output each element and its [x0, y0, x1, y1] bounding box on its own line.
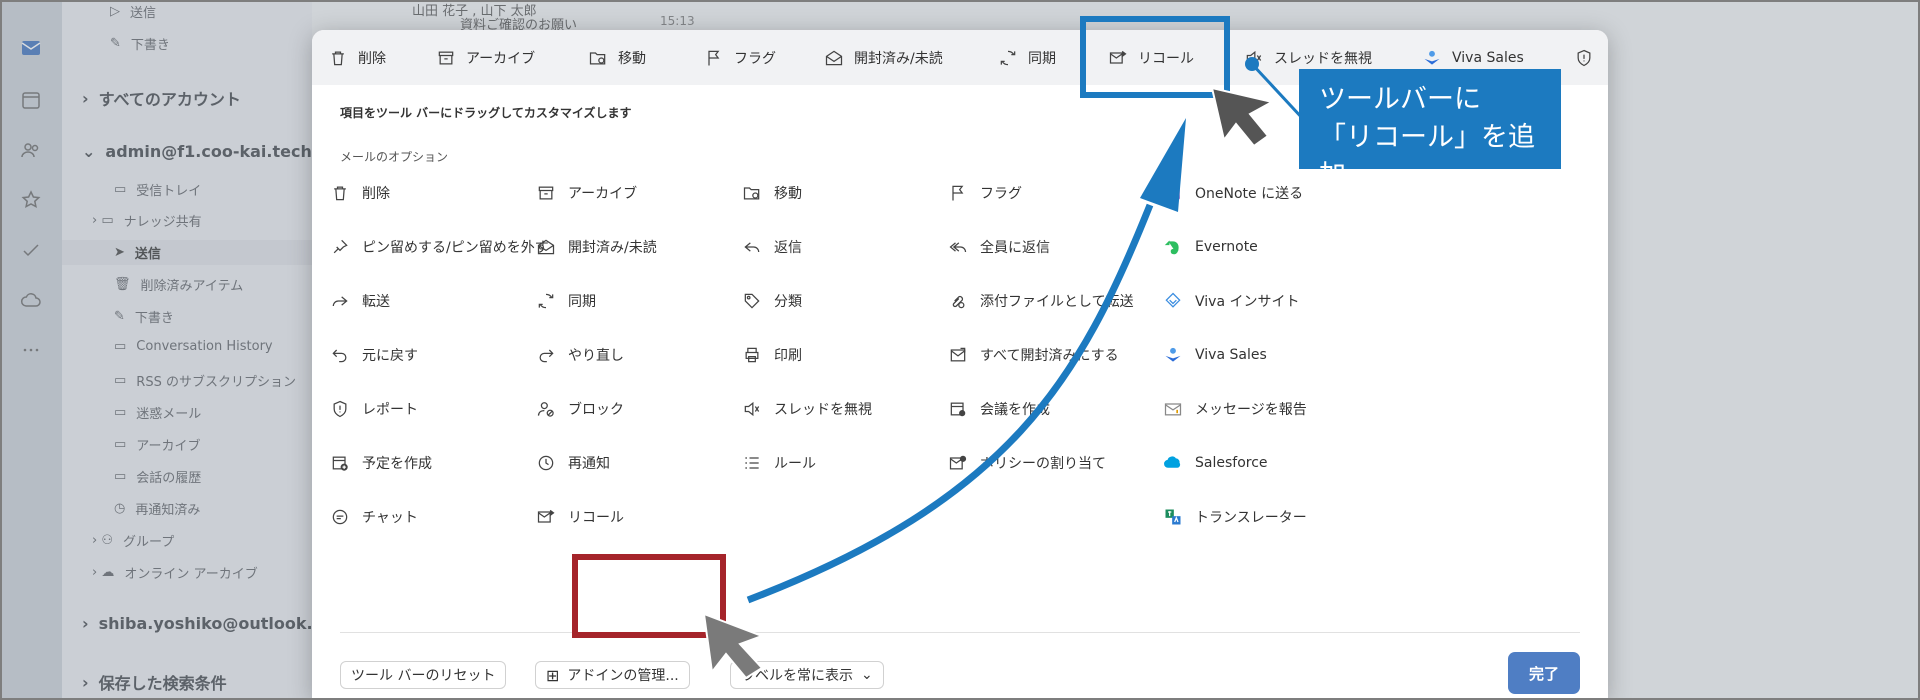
- callout-line-1: ツールバーに: [1319, 84, 1481, 115]
- drag-path-arrow: [746, 203, 1154, 604]
- callout-anchor-dot: [1245, 57, 1259, 71]
- callout-box: ツールバーに 「リコール」を追加: [1299, 69, 1561, 191]
- cursor-pointer-icon: [1210, 86, 1275, 148]
- callout-connector: [1250, 62, 1306, 122]
- cursor-pointer-grey-icon: [702, 612, 765, 680]
- drag-arrowhead: [1140, 118, 1186, 212]
- annotation-arrows: [702, 57, 1306, 680]
- callout-line-2: 「リコール」を追加: [1319, 122, 1535, 191]
